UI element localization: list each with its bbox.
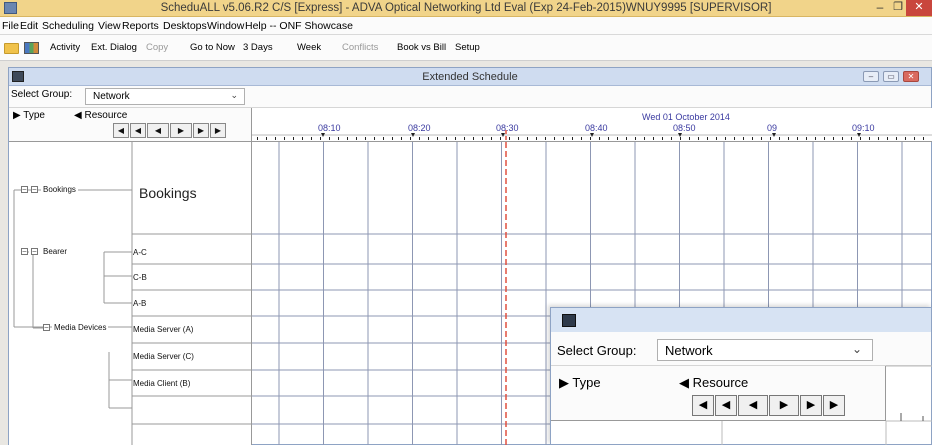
- zoomed-select-group-value: Network: [665, 343, 713, 358]
- nav-prev-button[interactable]: ◀: [738, 395, 768, 416]
- collapse-toggle[interactable]: –: [43, 324, 50, 331]
- zoomed-select-group-dropdown[interactable]: Network ⌄: [657, 339, 873, 361]
- select-group-dropdown[interactable]: Network ⌄: [85, 88, 245, 105]
- go-to-now-button[interactable]: Go to Now: [190, 42, 235, 53]
- collapse-toggle[interactable]: –: [21, 248, 28, 255]
- nav-last-button[interactable]: ▶: [210, 123, 226, 138]
- tree-node-bearer[interactable]: Bearer: [41, 247, 70, 256]
- column-header-left: ▶ Type ◀ Resource ◀ ◀ ◀ ▶ ▶ ▶: [9, 108, 252, 142]
- book-vs-bill-button[interactable]: Book vs Bill: [397, 42, 446, 53]
- select-group-value: Network: [93, 91, 130, 102]
- nav-next-button[interactable]: ▶: [769, 395, 799, 416]
- menu-bar: File Edit Scheduling View Reports Deskto…: [0, 17, 932, 35]
- ext-dialog-button[interactable]: Ext. Dialog: [91, 42, 137, 53]
- zoomed-select-group-label: Select Group:: [557, 343, 637, 358]
- menu-scheduling[interactable]: Scheduling: [42, 20, 94, 32]
- chevron-down-icon: ⌄: [851, 342, 862, 356]
- menu-edit[interactable]: Edit: [20, 20, 38, 32]
- zoomed-type-header[interactable]: ▶ Type: [559, 375, 601, 391]
- folder-icon[interactable]: [4, 43, 19, 54]
- menu-help[interactable]: Help -- ONF Showcase: [245, 20, 353, 32]
- zoomed-type-label: Type: [572, 375, 601, 390]
- nav-prev-page-button[interactable]: ◀: [130, 123, 146, 138]
- tree-node-bookings[interactable]: Bookings: [41, 185, 78, 194]
- zoomed-resource-header[interactable]: ◀ Resource: [679, 375, 748, 391]
- nav-prev-button[interactable]: ◀: [147, 123, 169, 138]
- chevron-down-icon: ⌄: [230, 90, 238, 100]
- schedule-restore-button[interactable]: ▭: [883, 71, 899, 82]
- nav-prev-page-button[interactable]: ◀: [715, 395, 737, 416]
- tree-node-media-devices[interactable]: Media Devices: [52, 323, 109, 332]
- resource-row-label[interactable]: Media Server (C): [133, 352, 194, 361]
- three-days-button[interactable]: 3 Days: [243, 42, 273, 53]
- title-bar: ScheduALL v5.06.R2 C/S [Express] - ADVA …: [0, 0, 932, 17]
- menu-reports[interactable]: Reports: [122, 20, 159, 32]
- resource-row-label[interactable]: Media Client (B): [133, 379, 190, 388]
- type-header[interactable]: ▶ Type: [13, 110, 45, 121]
- menu-view[interactable]: View: [98, 20, 121, 32]
- zoomed-nav-buttons: ◀ ◀ ◀ ▶ ▶ ▶: [692, 395, 846, 416]
- resource-row-label[interactable]: A-B: [133, 299, 146, 308]
- activity-button[interactable]: Activity: [50, 42, 80, 53]
- type-label: Type: [23, 110, 45, 121]
- collapse-toggle[interactable]: –: [31, 248, 38, 255]
- nav-last-button[interactable]: ▶: [823, 395, 845, 416]
- copy-button[interactable]: Copy: [146, 42, 168, 53]
- timeline-header: Wed 01 October 2014 08:10 08:20 08:30 08…: [252, 108, 932, 142]
- collapse-toggle[interactable]: –: [21, 186, 28, 193]
- zoomed-resource-label: Resource: [692, 375, 749, 390]
- timeline-nav-buttons: ◀ ◀ ◀ ▶ ▶ ▶: [113, 123, 227, 138]
- zoomed-column-header: ▶ Type ◀ Resource ◀ ◀ ◀ ▶ ▶ ▶: [551, 366, 886, 421]
- setup-button[interactable]: Setup: [455, 42, 480, 53]
- week-button[interactable]: Week: [297, 42, 321, 53]
- nav-first-button[interactable]: ◀: [692, 395, 714, 416]
- resource-header[interactable]: ◀ Resource: [74, 110, 127, 121]
- schedule-close-button[interactable]: ✕: [903, 71, 919, 82]
- nav-first-button[interactable]: ◀: [113, 123, 129, 138]
- schedule-title-bar: Extended Schedule – ▭ ✕: [9, 68, 931, 86]
- timeline-ticks: [252, 130, 932, 142]
- zoomed-window-icon: [562, 314, 576, 327]
- zoomed-title-bar: [551, 308, 931, 332]
- schedule-title: Extended Schedule: [422, 71, 518, 83]
- chart-icon[interactable]: [24, 42, 39, 54]
- maximize-button[interactable]: ❐: [888, 1, 908, 15]
- menu-window[interactable]: Window: [207, 20, 244, 32]
- nav-next-page-button[interactable]: ▶: [193, 123, 209, 138]
- toolbar: Activity Ext. Dialog Copy Go to Now 3 Da…: [0, 35, 932, 61]
- menu-desktops[interactable]: Desktops: [163, 20, 207, 32]
- close-button[interactable]: ✕: [906, 0, 932, 16]
- schedule-minimize-button[interactable]: –: [863, 71, 879, 82]
- resource-tree: – – Bookings Bookings – – Bearer – Media…: [9, 142, 252, 445]
- conflicts-button[interactable]: Conflicts: [342, 42, 378, 53]
- resource-row-label[interactable]: A-C: [133, 248, 147, 257]
- nav-next-page-button[interactable]: ▶: [800, 395, 822, 416]
- collapse-toggle[interactable]: –: [31, 186, 38, 193]
- resource-row-label[interactable]: C-B: [133, 273, 147, 282]
- resource-row-label[interactable]: Media Server (A): [133, 325, 193, 334]
- select-group-row: Select Group: Network ⌄: [9, 86, 931, 108]
- resource-label: Resource: [84, 110, 128, 121]
- menu-file[interactable]: File: [2, 20, 19, 32]
- window-title: ScheduALL v5.06.R2 C/S [Express] - ADVA …: [160, 2, 772, 14]
- zoomed-select-group-row: Select Group: Network ⌄: [551, 332, 931, 366]
- nav-next-button[interactable]: ▶: [170, 123, 192, 138]
- bookings-row-label: Bookings: [139, 185, 197, 201]
- select-group-label: Select Group:: [11, 89, 73, 100]
- zoomed-schedule-window: Select Group: Network ⌄ ▶ Type ◀ Resourc…: [550, 307, 932, 445]
